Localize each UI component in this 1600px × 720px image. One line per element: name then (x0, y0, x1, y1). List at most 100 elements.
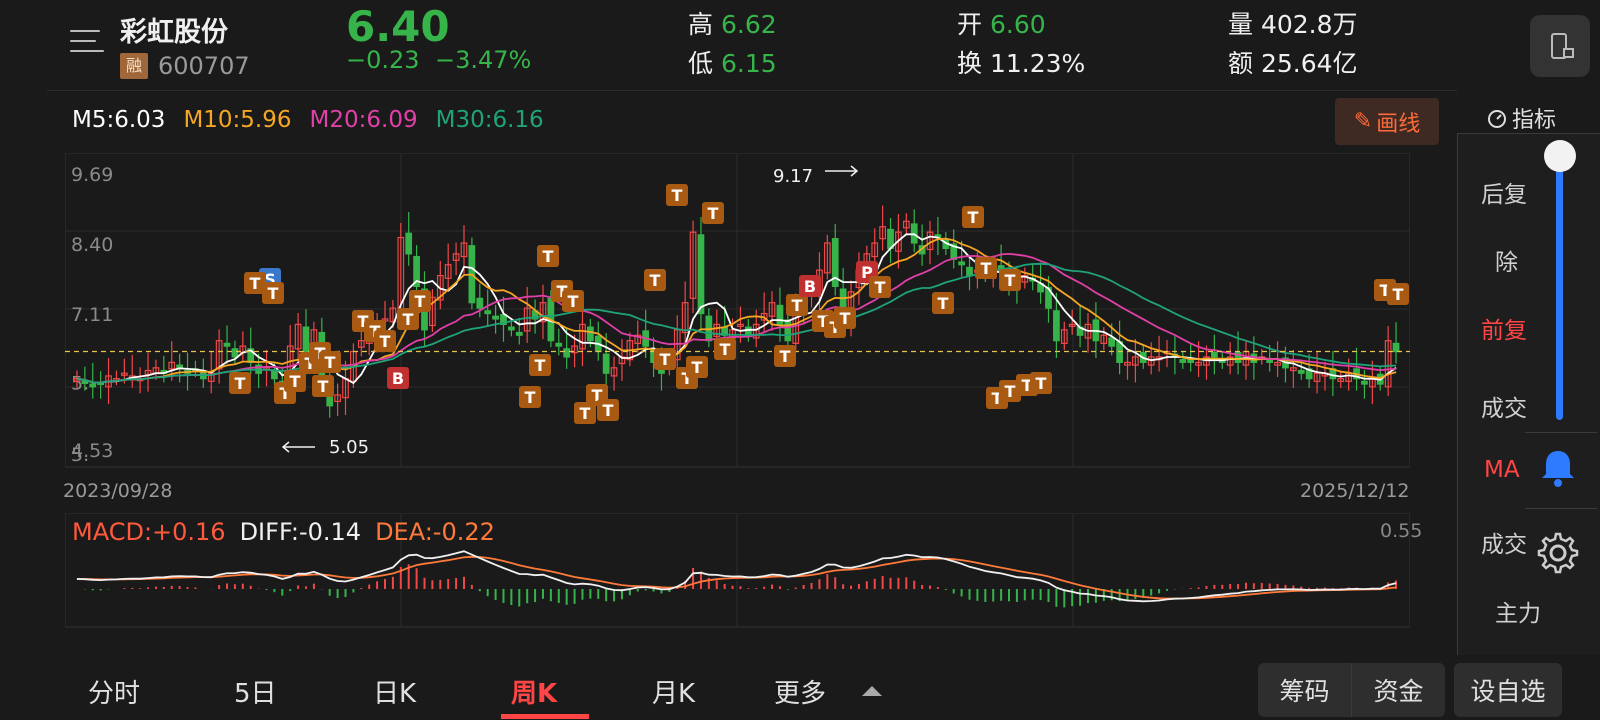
trade-marker-label: T (650, 271, 661, 290)
trade-marker-label: T (792, 296, 803, 315)
candle-down (966, 266, 973, 277)
trade-marker-label: T (1005, 382, 1016, 401)
tab-5day[interactable]: 5日 (234, 673, 277, 710)
candle-down (492, 315, 499, 320)
pencil-icon: ✎ (1353, 109, 1373, 134)
candle-down (602, 353, 610, 374)
add-watchlist-button[interactable]: 设自选 (1454, 663, 1562, 717)
gauge-icon (1488, 110, 1506, 128)
trade-marker-label: T (672, 186, 683, 205)
zoom-slider-knob[interactable] (1544, 140, 1576, 172)
volume-stat: 量 402.8万 (1228, 5, 1358, 41)
arrow-left-icon (281, 441, 315, 453)
trade-marker-label: T (268, 284, 279, 303)
high-stat: 高 6.62 (688, 5, 777, 41)
trade-marker-label: T (380, 332, 391, 351)
trade-marker-label: T (1393, 285, 1404, 304)
trade-marker-label: T (535, 356, 546, 375)
candle-down (784, 319, 792, 342)
tab-intraday[interactable]: 分时 (88, 673, 140, 710)
caret-up-icon[interactable] (862, 684, 882, 698)
chips-button[interactable]: 筹码 (1258, 663, 1351, 717)
turnover-label: 换 (957, 49, 983, 78)
margin-badge: 融 (120, 53, 148, 79)
trade-marker-label: T (235, 374, 246, 393)
candle-down (1053, 310, 1060, 342)
trade-marker-label: T (780, 347, 791, 366)
trade-marker-label: T (875, 278, 886, 297)
trade-marker-label: T (318, 377, 329, 396)
amount-stat: 额 25.64亿 (1228, 44, 1358, 80)
dea-value: DEA:-0.22 (375, 518, 495, 546)
trade-marker-label: B (392, 369, 404, 388)
trade-marker-label: T (968, 208, 979, 227)
indicator-button[interactable]: 指标 (1486, 102, 1556, 134)
candle-down (484, 310, 492, 315)
trade-marker-label: T (403, 310, 414, 329)
funds-button[interactable]: 资金 (1351, 663, 1445, 717)
draw-line-button[interactable]: ✎ 画线 (1335, 98, 1439, 145)
low-price-label: 5.05 (329, 437, 369, 458)
candle-down (1108, 337, 1116, 347)
candle-down (1392, 342, 1400, 353)
trade-marker-label: T (290, 372, 301, 391)
macd-legend: MACD:+0.16 DIFF:-0.14 DEA:-0.22 (72, 518, 495, 546)
candle-down (476, 297, 484, 309)
low-label: 低 (688, 49, 714, 78)
side-item-forward-adjusted[interactable]: 前复 (1481, 311, 1527, 345)
candle-down (776, 304, 784, 325)
turnover-stat: 换 11.23% (957, 44, 1085, 80)
side-divider-2 (1525, 508, 1597, 509)
candle-down (697, 234, 705, 315)
kline-chart[interactable]: 9.698.407.115.5.4.539.175.05STTTTTTTTTTT… (65, 153, 1410, 471)
side-item-macd[interactable]: MA (1484, 457, 1520, 483)
candle-down (508, 326, 515, 331)
candle-down (81, 380, 89, 384)
side-item-volume[interactable]: 成交 (1481, 389, 1527, 423)
header-divider (47, 90, 1457, 91)
diff-value: DIFF:-0.14 (239, 518, 362, 546)
open-value: 6.60 (989, 10, 1046, 39)
indicator-label: 指标 (1512, 108, 1557, 133)
tab-daily-k[interactable]: 日K (373, 673, 416, 710)
tab-weekly-k[interactable]: 周K (511, 673, 557, 710)
tab-monthly-k[interactable]: 月K (652, 673, 695, 710)
current-price: 6.40 (346, 2, 450, 51)
active-tab-indicator (501, 714, 589, 719)
candle-down (231, 348, 239, 358)
open-stat: 开 6.60 (957, 5, 1046, 41)
menu-icon[interactable] (70, 28, 104, 56)
trade-marker-label: T (720, 340, 731, 359)
candle-down (515, 331, 523, 336)
side-item-ex-rights[interactable]: 除 (1495, 243, 1518, 277)
zoom-slider-track[interactable] (1556, 155, 1563, 420)
trade-marker-label: T (415, 292, 426, 311)
candle-down (405, 232, 413, 255)
candle-down (1211, 352, 1218, 358)
tab-more[interactable]: 更多 (774, 673, 826, 710)
candle-down (563, 348, 571, 358)
ma-legend: M5:6.03 M10:5.96 M20:6.09 M30:6.16 (72, 107, 544, 133)
open-label: 开 (957, 10, 983, 39)
gear-icon[interactable] (1535, 530, 1581, 576)
side-item-back-adjusted[interactable]: 后复 (1481, 175, 1527, 209)
macd-value: MACD:+0.16 (72, 518, 226, 546)
trade-marker-label: T (708, 204, 719, 223)
trade-marker-label: T (325, 353, 336, 372)
volume-label: 量 (1228, 10, 1254, 39)
ma10-label: M10:5.96 (183, 107, 292, 133)
price-change-pct: −3.47% (435, 46, 532, 74)
landscape-toggle-button[interactable] (1530, 15, 1590, 77)
high-price-label: 9.17 (773, 166, 813, 187)
turnover-value: 11.23% (989, 49, 1086, 78)
high-value: 6.62 (720, 10, 777, 39)
candle-down (958, 261, 965, 266)
y-tick-label: 7.11 (71, 304, 113, 326)
draw-line-label: 画线 (1376, 111, 1421, 137)
side-item-main-force[interactable]: 主力 (1495, 594, 1541, 628)
bell-icon[interactable] (1538, 447, 1578, 489)
side-item-amount[interactable]: 成交 (1481, 525, 1527, 559)
trade-marker-label: T (525, 388, 536, 407)
candle-down (1266, 359, 1274, 363)
trade-marker-label: T (692, 358, 703, 377)
